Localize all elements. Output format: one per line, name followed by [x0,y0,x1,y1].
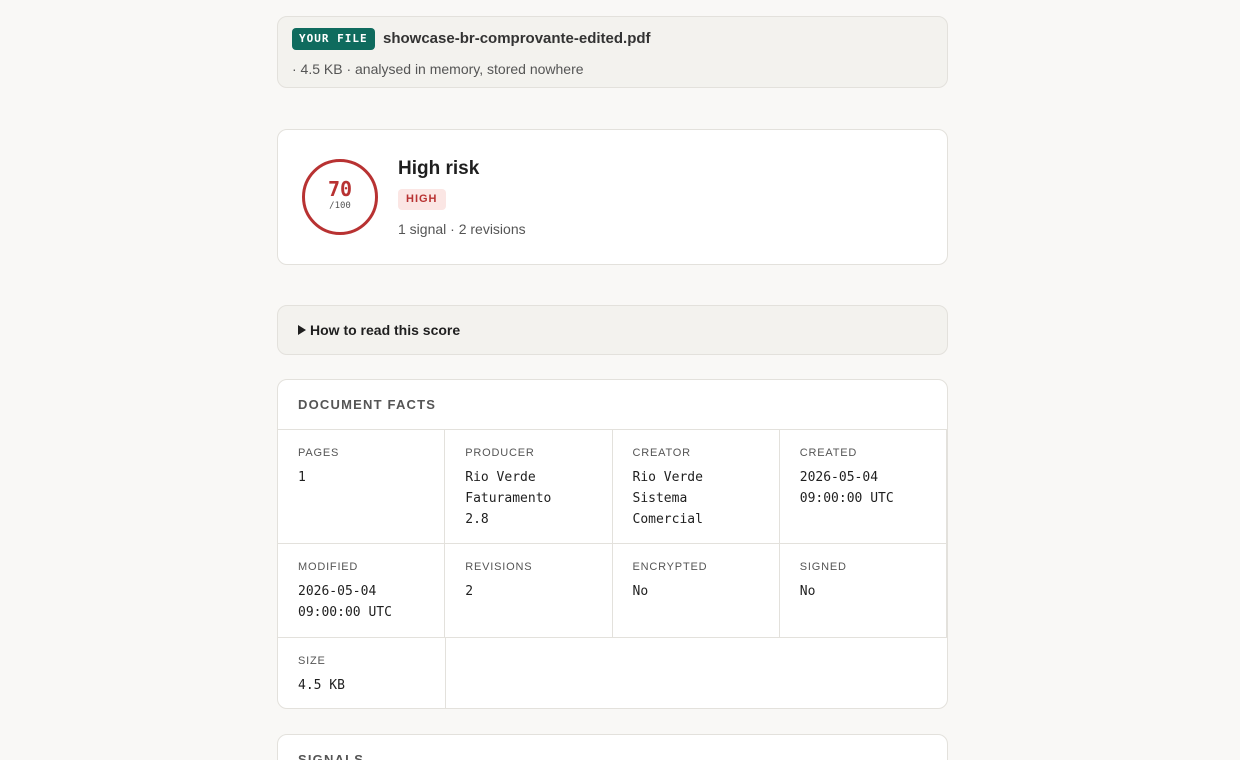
file-name: showcase-br-comprovante-edited.pdf [383,30,651,47]
triangle-right-icon [298,325,306,335]
fact-label: SIZE [298,655,326,667]
how-to-read-toggle[interactable]: How to read this score [277,305,948,355]
fact-label: CREATED [799,447,858,459]
fact-producer: PRODUCER Rio Verde Faturamento 2.8 [445,430,613,543]
score-value: 70 [327,177,353,201]
fact-value: 2026-05-04 09:00:00 UTC [298,584,392,620]
facts-grid: PAGES 1 PRODUCER Rio Verde Faturamento 2… [278,429,948,708]
file-meta: · 4.5 KB · analysed in memory, stored no… [292,61,584,77]
fact-size: SIZE 4.5 KB [278,638,446,708]
fact-creator: CREATOR Rio Verde Sistema Comercial [613,430,780,543]
facts-row: SIZE 4.5 KB [278,638,948,708]
fact-value: Rio Verde Faturamento 2.8 [465,470,552,527]
fact-modified: MODIFIED 2026-05-04 09:00:00 UTC [278,544,446,637]
fact-signed: SIGNED No [780,544,947,637]
fact-label: ENCRYPTED [632,561,708,573]
fact-pages: PAGES 1 [278,430,446,543]
fact-empty [446,638,948,708]
fact-label: CREATOR [632,447,691,459]
risk-title: High risk [398,158,480,179]
risk-score-card: 70 /100 High risk HIGH 1 signal · 2 revi… [277,129,948,265]
fact-created: CREATED 2026-05-04 09:00:00 UTC [780,430,947,543]
fact-label: MODIFIED [298,561,359,573]
fact-value: 4.5 KB [298,678,345,693]
document-facts-heading: DOCUMENT FACTS [298,397,437,412]
fact-encrypted: ENCRYPTED No [613,544,780,637]
fact-label: PAGES [298,447,340,459]
fact-label: REVISIONS [465,561,533,573]
score-max: /100 [329,201,351,211]
facts-row: MODIFIED 2026-05-04 09:00:00 UTC REVISIO… [278,544,947,638]
fact-value: 1 [298,470,306,485]
signals-heading: SIGNALS [298,752,365,760]
file-banner: YOUR FILE showcase-br-comprovante-edited… [277,16,948,88]
score-ring: 70 /100 [302,159,378,235]
signals-card: SIGNALS [277,734,948,760]
your-file-badge: YOUR FILE [292,28,375,50]
fact-value: 2 [465,584,474,599]
facts-row: PAGES 1 PRODUCER Rio Verde Faturamento 2… [278,430,947,544]
risk-summary: 1 signal · 2 revisions [398,221,526,237]
fact-value: Rio Verde Sistema Comercial [632,470,703,527]
fact-value: 2026-05-04 09:00:00 UTC [799,470,894,506]
fact-label: PRODUCER [465,447,535,459]
fact-revisions: REVISIONS 2 [445,544,613,637]
how-to-read-label: How to read this score [310,322,461,338]
fact-value: No [632,584,649,599]
fact-value: No [799,584,816,599]
risk-level-badge: HIGH [398,189,446,210]
document-facts-card: DOCUMENT FACTS PAGES 1 PRODUCER Rio Verd… [277,379,948,709]
fact-label: SIGNED [799,561,847,573]
